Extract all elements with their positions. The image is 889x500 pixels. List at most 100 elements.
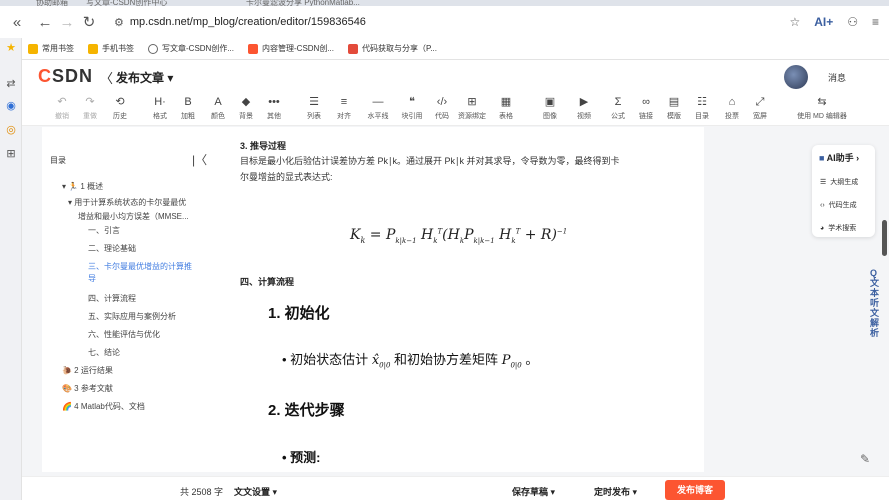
bookmarks-bar: 常用书签 手机书签 写文章-CSDN创作... 内容管理-CSDN创... 代码… — [0, 38, 889, 60]
toolbar-toc-button[interactable]: ☷ 目录 — [688, 95, 716, 121]
toolbar-undo-button[interactable]: ↶ 撤销 — [48, 95, 76, 121]
toolbar-code-button[interactable]: ‹/› 代码 — [428, 95, 456, 121]
scholar-icon: ◕ — [820, 224, 825, 232]
forward-icon[interactable]: → — [56, 14, 78, 31]
color-icon: A — [214, 96, 222, 108]
toc-item[interactable]: ▾ 用于计算系统状态的卡尔曼最优 — [68, 197, 186, 208]
url-field[interactable]: ⚙ mp.csdn.net/mp_blog/creation/editor/15… — [114, 16, 366, 29]
add-icon[interactable]: ⊞ — [5, 148, 17, 160]
save-draft-button[interactable]: 保存草稿 ▾ — [512, 485, 555, 498]
csdn-logo[interactable]: CSDN — [38, 66, 93, 87]
page-title[interactable]: 发布文章 ▾ — [116, 69, 173, 86]
toc-item[interactable]: 三、卡尔曼最优增益的计算推 — [88, 261, 192, 272]
toolbar-md-button[interactable]: ⇆ 使用 MD 编辑器 — [792, 95, 852, 121]
toolbar-image-button[interactable]: ▣ 图像 — [536, 95, 564, 121]
history-icon[interactable]: ⇄ — [5, 78, 17, 90]
site-icon — [348, 43, 358, 54]
ai-assistant-header[interactable]: ■ AI助手 › — [819, 151, 859, 164]
toolbar-other-button[interactable]: ••• 其他 — [260, 95, 288, 121]
back-icon[interactable]: ← — [34, 14, 56, 31]
toolbar-video-button[interactable]: ▶ 视频 — [570, 95, 598, 121]
toolbar-formula-button[interactable]: Σ 公式 — [604, 95, 632, 121]
kalman-gain-formula: Kk = Pk|k−1 HkT(HkPk|k−1 HkT + R)−1 — [350, 227, 568, 245]
code-generate-button[interactable]: ‹› 代码生成 — [820, 200, 857, 210]
messages-link[interactable]: 消息 — [828, 71, 846, 84]
logo-c: C — [38, 66, 52, 86]
toolbar-label: 链接 — [639, 113, 653, 120]
other-icon: ••• — [268, 96, 280, 108]
toc-item[interactable]: 🌈 4 Matlab代码、文档 — [62, 401, 145, 412]
bookmark-item[interactable]: 手机书签 — [88, 43, 134, 54]
game-icon[interactable]: ◎ — [5, 124, 17, 136]
outline-generate-button[interactable]: ☰ 大纲生成 — [820, 177, 858, 187]
edit-note-icon[interactable]: ✎ — [860, 452, 870, 466]
ai-item-label: 学术搜索 — [828, 225, 857, 232]
toc-item[interactable]: 二、理论基础 — [88, 243, 136, 254]
toolbar-resource-button[interactable]: ⊞ 资源绑定 — [458, 95, 486, 121]
toolbar-wide-button[interactable]: ⤢ 宽屏 — [746, 95, 774, 121]
publish-button[interactable]: 发布博客 — [665, 480, 725, 500]
toolbar-label: 其他 — [267, 113, 281, 120]
doc-settings-button[interactable]: 文文设置 ▾ — [234, 485, 277, 498]
toolbar-list-button[interactable]: ☰ 列表 — [300, 95, 328, 121]
academic-search-button[interactable]: ◕ 学术搜索 — [820, 223, 856, 233]
toc-item[interactable]: 增益和最小均方误差（MMSE... — [78, 211, 189, 222]
avatar[interactable] — [784, 65, 808, 89]
toolbar-label: 对齐 — [337, 113, 351, 120]
toolbar-background-button[interactable]: ◆ 背景 — [232, 95, 260, 121]
toolbar-history-button[interactable]: ⟲ 历史 — [106, 95, 134, 121]
sidebar-toggle-icon[interactable]: « — [6, 14, 28, 31]
toolbar-align-button[interactable]: ≡ 对齐 — [330, 95, 358, 121]
outline-icon: ☰ — [820, 179, 827, 186]
list-icon: ☰ — [309, 96, 319, 108]
search-icon[interactable]: ◉ — [5, 100, 17, 112]
back-button[interactable]: 〈 — [100, 68, 113, 87]
toc-item[interactable]: 五、实际应用与案例分析 — [88, 311, 176, 322]
toc-item[interactable]: ▾ 🏃 1 概述 — [62, 181, 103, 192]
toolbar-redo-button[interactable]: ↷ 重做 — [76, 95, 104, 121]
schedule-publish-button[interactable]: 定时发布 ▾ — [594, 485, 637, 498]
toolbar-vote-button[interactable]: ⌂ 投票 — [718, 95, 746, 121]
toolbar-label: 格式 — [153, 113, 167, 120]
bookmark-item[interactable]: 代码获取与分享（P... — [348, 43, 437, 54]
star-icon[interactable]: ★ — [5, 42, 17, 54]
math-x-hat: x̂0|0 — [371, 353, 391, 370]
menu-icon[interactable]: ≡ — [872, 15, 879, 29]
toc-item[interactable]: 🐌 2 运行结果 — [62, 365, 113, 376]
page-scrollbar[interactable] — [882, 220, 887, 256]
bookmark-item[interactable]: 常用书签 — [28, 43, 74, 54]
folder-icon — [28, 43, 38, 54]
toc-item[interactable]: 一、引言 — [88, 225, 120, 236]
toc-title: 目录 — [50, 156, 66, 165]
toolbar-color-button[interactable]: A 颜色 — [204, 95, 232, 121]
toolbar-bold-button[interactable]: B 加粗 — [174, 95, 202, 121]
reload-icon[interactable]: ↻ — [78, 13, 100, 31]
toc-item[interactable]: 🎨 3 参考文献 — [62, 383, 113, 394]
toolbar-table-button[interactable]: ▦ 表格 — [492, 95, 520, 121]
toolbar-label: 历史 — [113, 113, 127, 120]
toc-item[interactable]: 七、结论 — [88, 347, 120, 358]
toolbar-link-button[interactable]: ∞ 链接 — [632, 95, 660, 121]
undo-icon: ↶ — [57, 96, 67, 108]
extensions-icon[interactable]: ⚇ — [847, 15, 858, 29]
bookmark-label: 代码获取与分享（P... — [362, 44, 437, 53]
site-info-icon[interactable]: ⚙ — [114, 16, 124, 29]
toc-item[interactable]: 六、性能评估与优化 — [88, 329, 160, 340]
toolbar-format-button[interactable]: H· 格式 — [146, 95, 174, 121]
vertical-side-tool[interactable]: Q 文本 听文解析 — [870, 268, 882, 338]
bookmark-star-icon[interactable]: ☆ — [789, 15, 800, 29]
toc-item[interactable]: 导 — [88, 273, 96, 284]
ai-item-label: 代码生成 — [828, 202, 857, 209]
bookmark-item[interactable]: 内容管理-CSDN创... — [248, 43, 334, 54]
article-content[interactable]: 3. 推导过程 目标是最小化后验估计误差协方差 Pk∣k。通过展开 Pk∣k 并… — [240, 127, 700, 472]
toc-item[interactable]: 四、计算流程 — [88, 293, 136, 304]
toolbar-template-button[interactable]: ▤ 模版 — [660, 95, 688, 121]
collapse-toc-icon[interactable]: |〈 — [192, 151, 207, 168]
quote-icon: ❝ — [409, 96, 415, 108]
toolbar-quote-button[interactable]: ❝ 块引用 — [398, 95, 426, 121]
toolbar-label: 目录 — [695, 113, 709, 120]
ai-plus-button[interactable]: AI+ — [814, 15, 833, 29]
toolbar-hr-button[interactable]: — 水平线 — [364, 95, 392, 121]
bookmark-item[interactable]: 写文章-CSDN创作... — [148, 43, 234, 54]
toolbar-label: 背景 — [239, 113, 253, 120]
